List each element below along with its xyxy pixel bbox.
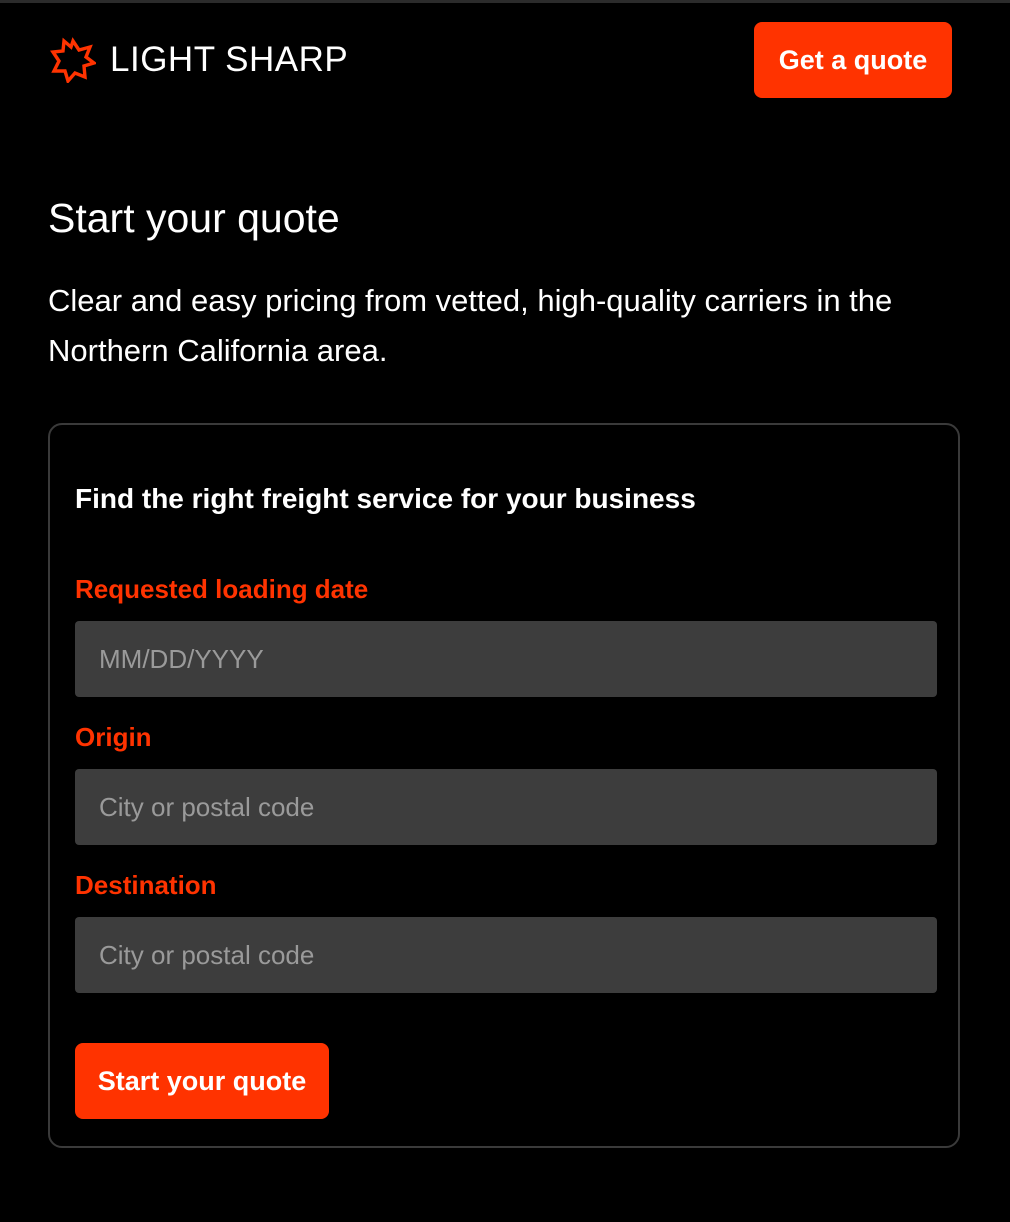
- starburst-logo-icon: [50, 37, 96, 83]
- loading-date-input[interactable]: [75, 621, 937, 697]
- get-a-quote-button[interactable]: Get a quote: [754, 22, 952, 98]
- start-your-quote-button[interactable]: Start your quote: [75, 1043, 329, 1119]
- brand-name: LIGHT SHARP: [110, 40, 349, 79]
- origin-label: Origin: [75, 722, 152, 752]
- page-subtitle: Clear and easy pricing from vetted, high…: [48, 283, 893, 368]
- quote-form-card: Find the right freight service for your …: [48, 423, 960, 1148]
- brand-logo[interactable]: LIGHT SHARP: [50, 37, 349, 83]
- site-header: LIGHT SHARP Get a quote: [0, 0, 1010, 120]
- loading-date-label: Requested loading date: [75, 574, 369, 604]
- page: LIGHT SHARP Get a quote Start your quote…: [0, 0, 1010, 1222]
- form-title: Find the right freight service for your …: [75, 483, 696, 514]
- page-title: Start your quote: [48, 195, 340, 241]
- origin-input[interactable]: [75, 769, 937, 845]
- destination-input[interactable]: [75, 917, 937, 993]
- destination-label: Destination: [75, 870, 217, 900]
